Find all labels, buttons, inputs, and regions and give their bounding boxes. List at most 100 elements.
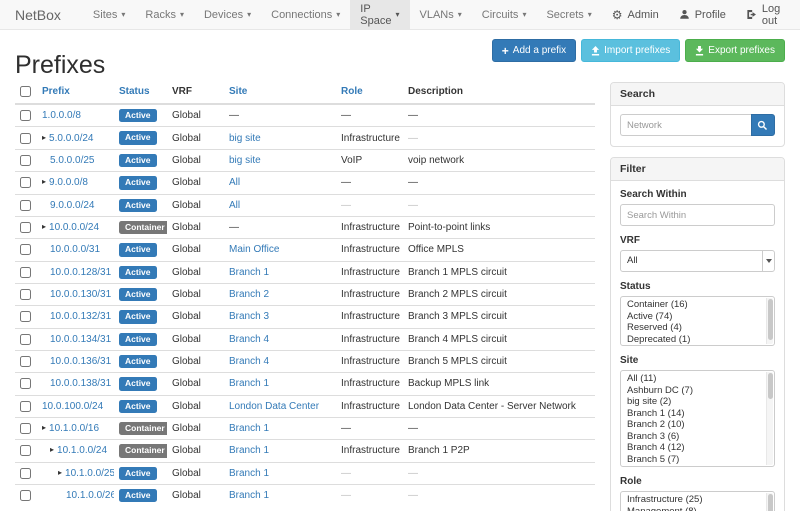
row-checkbox[interactable] <box>20 445 31 456</box>
column-header[interactable]: Description <box>403 82 595 104</box>
row-checkbox[interactable] <box>20 289 31 300</box>
row-checkbox[interactable] <box>20 110 31 121</box>
admin-link[interactable]: ⚙ Admin <box>602 0 669 29</box>
column-header[interactable]: Role <box>336 82 403 104</box>
prefix-link[interactable]: 10.0.0.132/31 <box>50 311 111 322</box>
site-link[interactable]: All <box>229 200 240 211</box>
select-option[interactable]: Deprecated (1) <box>621 334 774 346</box>
row-checkbox[interactable] <box>20 244 31 255</box>
site-link[interactable]: Branch 1 <box>229 267 269 278</box>
site-link[interactable]: Main Office <box>229 244 279 255</box>
search-button[interactable] <box>751 114 775 136</box>
select-all-checkbox[interactable] <box>20 86 31 97</box>
site-link[interactable]: Branch 1 <box>229 490 269 501</box>
prefix-link[interactable]: 9.0.0.0/8 <box>49 177 88 188</box>
nav-item[interactable]: VLANs▾ <box>410 0 472 29</box>
prefix-link[interactable]: 10.0.0.128/31 <box>50 267 111 278</box>
select-option[interactable]: Reserved (4) <box>621 322 774 334</box>
select-option[interactable]: Container (16) <box>621 299 774 311</box>
site-link[interactable]: Branch 1 <box>229 378 269 389</box>
row-checkbox[interactable] <box>20 356 31 367</box>
row-checkbox[interactable] <box>20 177 31 188</box>
site-link[interactable]: All <box>229 177 240 188</box>
prefix-link[interactable]: 10.1.0.0/25 <box>65 468 114 479</box>
search-input[interactable] <box>620 114 751 136</box>
select-option[interactable]: Branch 1 (14) <box>621 408 774 420</box>
row-checkbox[interactable] <box>20 155 31 166</box>
row-checkbox[interactable] <box>20 401 31 412</box>
import-prefixes-button[interactable]: Import prefixes <box>581 39 680 62</box>
row-checkbox[interactable] <box>20 311 31 322</box>
site-link[interactable]: Branch 1 <box>229 468 269 479</box>
nav-item[interactable]: Racks▾ <box>135 0 194 29</box>
select-option[interactable]: Infrastructure (25) <box>621 494 774 506</box>
navbar-brand[interactable]: NetBox <box>15 0 61 29</box>
nav-item[interactable]: Connections▾ <box>261 0 350 29</box>
scrollbar-thumb[interactable] <box>768 494 773 511</box>
prefix-link[interactable]: 10.0.0.0/24 <box>49 222 99 233</box>
site-link[interactable]: London Data Center <box>229 401 319 412</box>
site-link[interactable]: Branch 3 <box>229 311 269 322</box>
add-prefix-button[interactable]: + Add a prefix <box>492 39 576 62</box>
select-option[interactable]: Branch 3 (6) <box>621 431 774 443</box>
site-link[interactable]: Branch 4 <box>229 334 269 345</box>
select-option[interactable]: Active (74) <box>621 311 774 323</box>
role-cell: Infrastructure <box>336 283 403 305</box>
site-link[interactable]: — <box>229 110 239 121</box>
search-within-input[interactable] <box>620 204 775 226</box>
prefix-link[interactable]: 10.0.0.134/31 <box>50 334 111 345</box>
prefix-link[interactable]: 1.0.0.0/8 <box>42 110 81 121</box>
prefix-link[interactable]: 10.0.0.138/31 <box>50 378 111 389</box>
logout-link[interactable]: Log out <box>736 0 790 29</box>
select-option[interactable]: All (11) <box>621 373 774 385</box>
nav-item[interactable]: Circuits▾ <box>472 0 537 29</box>
row-checkbox[interactable] <box>20 133 31 144</box>
row-checkbox[interactable] <box>20 468 31 479</box>
select-option[interactable]: Branch 4 (12) <box>621 442 774 454</box>
row-checkbox[interactable] <box>20 490 31 501</box>
select-option[interactable]: COLO-1-01 (0) <box>621 465 774 467</box>
prefix-link[interactable]: 5.0.0.0/25 <box>50 155 94 166</box>
site-link[interactable]: Branch 2 <box>229 289 269 300</box>
prefix-link[interactable]: 10.1.0.0/26 <box>66 490 114 501</box>
row-checkbox[interactable] <box>20 200 31 211</box>
column-header[interactable]: Site <box>224 82 336 104</box>
row-checkbox[interactable] <box>20 222 31 233</box>
nav-item[interactable]: Devices▾ <box>194 0 261 29</box>
nav-item[interactable]: Secrets▾ <box>536 0 601 29</box>
status-badge: Active <box>119 355 157 368</box>
site-link[interactable]: — <box>229 222 239 233</box>
row-checkbox[interactable] <box>20 267 31 278</box>
export-prefixes-button[interactable]: Export prefixes <box>685 39 785 62</box>
prefix-link[interactable]: 9.0.0.0/24 <box>50 200 94 211</box>
prefix-link[interactable]: 10.1.0.0/24 <box>57 445 107 456</box>
profile-link[interactable]: Profile <box>669 0 736 29</box>
site-link[interactable]: Branch 1 <box>229 423 269 434</box>
site-link[interactable]: big site <box>229 133 261 144</box>
column-header[interactable]: VRF <box>167 82 224 104</box>
nav-item[interactable]: Sites▾ <box>83 0 135 29</box>
select-option[interactable]: big site (2) <box>621 396 774 408</box>
row-checkbox[interactable] <box>20 334 31 345</box>
select-option[interactable]: Management (8) <box>621 506 774 511</box>
prefix-link[interactable]: 10.0.0.0/31 <box>50 244 100 255</box>
select-option[interactable]: Branch 2 (10) <box>621 419 774 431</box>
prefix-link[interactable]: 5.0.0.0/24 <box>49 133 93 144</box>
site-link[interactable]: big site <box>229 155 261 166</box>
row-checkbox[interactable] <box>20 378 31 389</box>
row-checkbox[interactable] <box>20 423 31 434</box>
prefix-link[interactable]: 10.0.0.130/31 <box>50 289 111 300</box>
select-option[interactable]: Ashburn DC (7) <box>621 385 774 397</box>
prefix-link[interactable]: 10.0.0.136/31 <box>50 356 111 367</box>
select-option[interactable]: Branch 5 (7) <box>621 454 774 466</box>
site-link[interactable]: Branch 4 <box>229 356 269 367</box>
scrollbar-thumb[interactable] <box>768 299 773 340</box>
column-header[interactable]: Prefix <box>37 82 114 104</box>
prefix-link[interactable]: 10.1.0.0/16 <box>49 423 99 434</box>
nav-item[interactable]: IP Space▾ <box>350 0 409 29</box>
vrf-select[interactable]: All <box>620 250 775 272</box>
prefix-link[interactable]: 10.0.100.0/24 <box>42 401 103 412</box>
scrollbar-thumb[interactable] <box>768 373 773 399</box>
column-header[interactable]: Status <box>114 82 167 104</box>
site-link[interactable]: Branch 1 <box>229 445 269 456</box>
